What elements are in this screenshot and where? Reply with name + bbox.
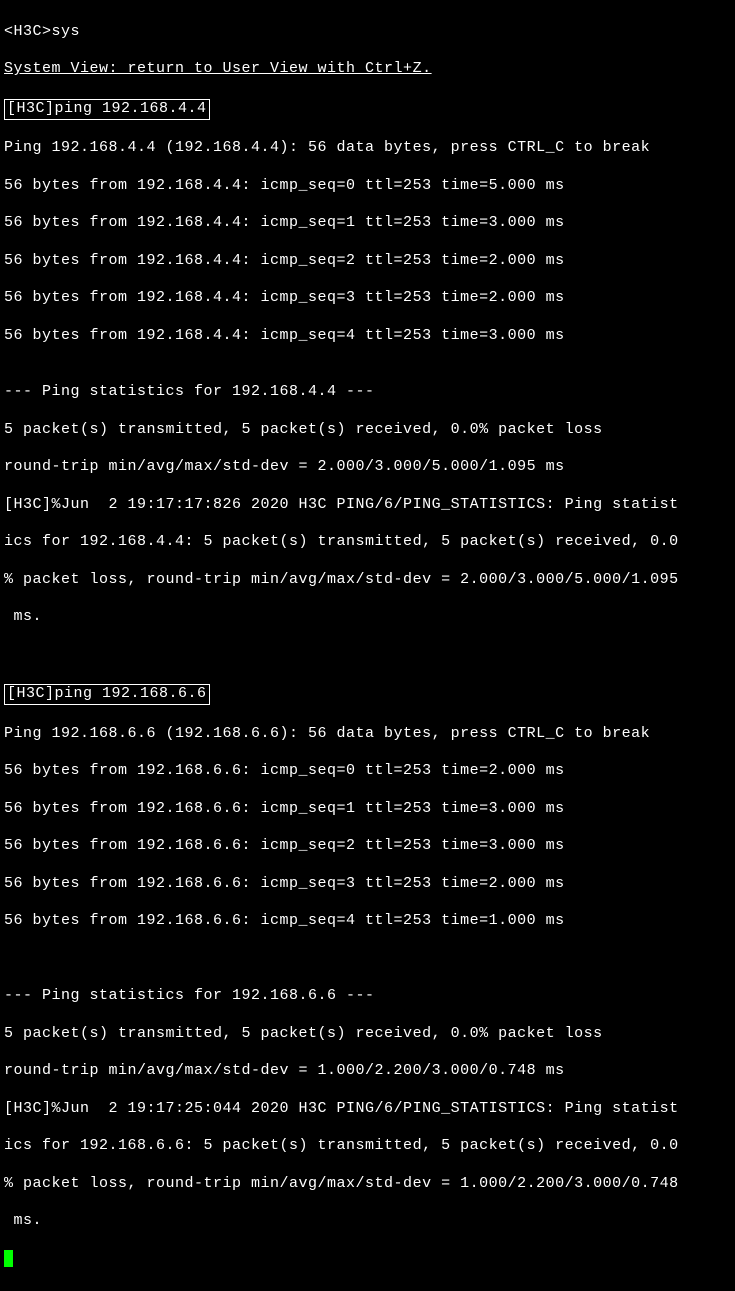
ping2-stats: round-trip min/avg/max/std-dev = 1.000/2… — [4, 1062, 723, 1081]
prompt-cursor-line[interactable] — [4, 1250, 723, 1269]
prompt-sys: <H3C>sys — [4, 23, 723, 42]
ping1-log: ms. — [4, 608, 723, 627]
ping1-reply: 56 bytes from 192.168.4.4: icmp_seq=2 tt… — [4, 252, 723, 271]
ping1-reply: 56 bytes from 192.168.4.4: icmp_seq=1 tt… — [4, 214, 723, 233]
cursor-icon — [4, 1250, 13, 1267]
ping1-reply: 56 bytes from 192.168.4.4: icmp_seq=4 tt… — [4, 327, 723, 346]
ping1-stats: 5 packet(s) transmitted, 5 packet(s) rec… — [4, 421, 723, 440]
ping2-stats-header: --- Ping statistics for 192.168.6.6 --- — [4, 987, 723, 1006]
ping2-reply: 56 bytes from 192.168.6.6: icmp_seq=3 tt… — [4, 875, 723, 894]
ping2-reply: 56 bytes from 192.168.6.6: icmp_seq=0 tt… — [4, 762, 723, 781]
ping1-reply: 56 bytes from 192.168.4.4: icmp_seq=0 tt… — [4, 177, 723, 196]
ping1-header: Ping 192.168.4.4 (192.168.4.4): 56 data … — [4, 139, 723, 158]
ping2-stats: 5 packet(s) transmitted, 5 packet(s) rec… — [4, 1025, 723, 1044]
system-view-msg: System View: return to User View with Ct… — [4, 60, 723, 79]
ping2-log: % packet loss, round-trip min/avg/max/st… — [4, 1175, 723, 1194]
ping-command-1: [H3C]ping 192.168.4.4 — [4, 99, 210, 120]
ping2-log: ms. — [4, 1212, 723, 1231]
ping1-log: ics for 192.168.4.4: 5 packet(s) transmi… — [4, 533, 723, 552]
blank-line — [4, 950, 723, 969]
ping2-reply: 56 bytes from 192.168.6.6: icmp_seq=2 tt… — [4, 837, 723, 856]
ping1-stats-header: --- Ping statistics for 192.168.4.4 --- — [4, 383, 723, 402]
ping1-stats: round-trip min/avg/max/std-dev = 2.000/3… — [4, 458, 723, 477]
terminal-output[interactable]: <H3C>sys System View: return to User Vie… — [4, 4, 723, 1287]
ping2-reply: 56 bytes from 192.168.6.6: icmp_seq=1 tt… — [4, 800, 723, 819]
ping-command-2: [H3C]ping 192.168.6.6 — [4, 684, 210, 705]
ping2-log: ics for 192.168.6.6: 5 packet(s) transmi… — [4, 1137, 723, 1156]
ping2-header: Ping 192.168.6.6 (192.168.6.6): 56 data … — [4, 725, 723, 744]
ping1-log: % packet loss, round-trip min/avg/max/st… — [4, 571, 723, 590]
blank-line — [4, 646, 723, 665]
ping2-reply: 56 bytes from 192.168.6.6: icmp_seq=4 tt… — [4, 912, 723, 931]
ping1-reply: 56 bytes from 192.168.4.4: icmp_seq=3 tt… — [4, 289, 723, 308]
ping2-log: [H3C]%Jun 2 19:17:25:044 2020 H3C PING/6… — [4, 1100, 723, 1119]
ping1-log: [H3C]%Jun 2 19:17:17:826 2020 H3C PING/6… — [4, 496, 723, 515]
